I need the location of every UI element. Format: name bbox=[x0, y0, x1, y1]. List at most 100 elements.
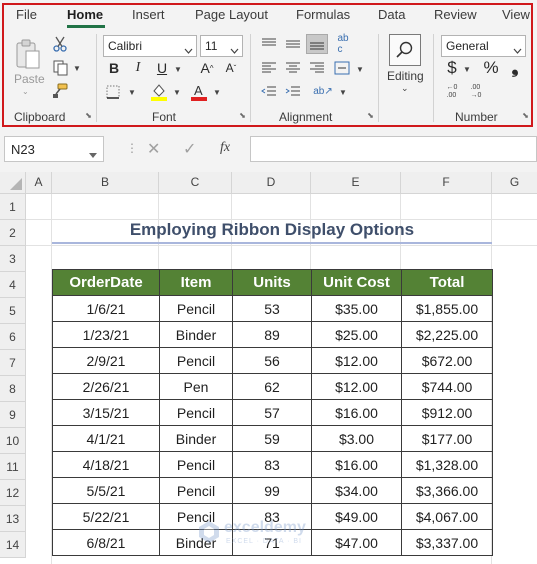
cell-total[interactable]: $912.00 bbox=[401, 399, 493, 426]
italic-icon[interactable]: I bbox=[130, 60, 146, 76]
paste-icon[interactable] bbox=[12, 38, 44, 72]
cell-orderdate[interactable]: 3/15/21 bbox=[52, 399, 160, 426]
clipboard-launcher-icon[interactable]: ⬊ bbox=[84, 112, 93, 121]
format-painter-icon[interactable] bbox=[52, 83, 68, 99]
row-header-4[interactable]: 4 bbox=[0, 272, 26, 298]
column-header-e[interactable]: E bbox=[311, 172, 401, 194]
align-center-icon[interactable] bbox=[284, 60, 302, 76]
tab-view[interactable]: View bbox=[502, 7, 530, 22]
cell-unit-cost[interactable]: $34.00 bbox=[311, 477, 402, 504]
middle-align-icon[interactable] bbox=[284, 36, 302, 52]
tab-insert[interactable]: Insert bbox=[132, 7, 165, 22]
wrap-text-icon[interactable]: ab c bbox=[334, 33, 352, 55]
cancel-icon[interactable]: ✕ bbox=[147, 139, 160, 159]
cell-orderdate[interactable]: 4/18/21 bbox=[52, 451, 160, 478]
cell-item[interactable]: Pencil bbox=[159, 503, 233, 530]
orientation-dropdown-icon[interactable]: ▼ bbox=[339, 88, 347, 97]
cell-units[interactable]: 59 bbox=[232, 425, 312, 452]
font-color-icon[interactable]: A bbox=[190, 82, 208, 102]
cell-units[interactable]: 56 bbox=[232, 347, 312, 374]
cell-unit-cost[interactable]: $12.00 bbox=[311, 373, 402, 400]
orientation-icon[interactable]: ab↗ bbox=[313, 82, 333, 100]
chevron-down-icon[interactable]: ⌄ bbox=[22, 87, 29, 96]
drag-handle-icon[interactable]: ⋮ bbox=[126, 141, 138, 155]
cell-orderdate[interactable]: 4/1/21 bbox=[52, 425, 160, 452]
cell-unit-cost[interactable]: $16.00 bbox=[311, 451, 402, 478]
top-align-icon[interactable] bbox=[260, 36, 278, 52]
row-header-10[interactable]: 10 bbox=[0, 428, 26, 454]
currency-dropdown-icon[interactable]: ▼ bbox=[463, 65, 471, 74]
number-format-select[interactable]: General bbox=[441, 35, 526, 57]
cell-units[interactable]: 99 bbox=[232, 477, 312, 504]
row-header-9[interactable]: 9 bbox=[0, 402, 26, 428]
copy-icon[interactable] bbox=[52, 60, 68, 76]
cell-units[interactable]: 83 bbox=[232, 451, 312, 478]
borders-icon[interactable] bbox=[104, 84, 122, 100]
borders-dropdown-icon[interactable]: ▼ bbox=[128, 88, 136, 97]
cell-item[interactable]: Pencil bbox=[159, 451, 233, 478]
copy-dropdown-icon[interactable]: ▼ bbox=[73, 64, 81, 73]
underline-icon[interactable]: U bbox=[154, 60, 170, 76]
cell-orderdate[interactable]: 5/5/21 bbox=[52, 477, 160, 504]
cell-unit-cost[interactable]: $47.00 bbox=[311, 529, 402, 556]
header-orderdate[interactable]: OrderDate bbox=[52, 269, 160, 296]
tab-page-layout[interactable]: Page Layout bbox=[195, 7, 268, 22]
cell-orderdate[interactable]: 2/9/21 bbox=[52, 347, 160, 374]
percent-icon[interactable]: % bbox=[481, 58, 501, 78]
row-header-14[interactable]: 14 bbox=[0, 532, 26, 558]
tab-file[interactable]: File bbox=[16, 7, 37, 22]
cell-orderdate[interactable]: 6/8/21 bbox=[52, 529, 160, 556]
cell-item[interactable]: Pen bbox=[159, 373, 233, 400]
font-family-select[interactable]: Calibri bbox=[103, 35, 197, 57]
tab-review[interactable]: Review bbox=[434, 7, 477, 22]
row-header-1[interactable]: 1 bbox=[0, 194, 26, 220]
cell-orderdate[interactable]: 2/26/21 bbox=[52, 373, 160, 400]
chevron-down-icon[interactable]: ⌄ bbox=[401, 83, 409, 94]
underline-dropdown-icon[interactable]: ▼ bbox=[174, 65, 182, 74]
font-size-select[interactable]: 11 bbox=[200, 35, 243, 57]
row-header-6[interactable]: 6 bbox=[0, 324, 26, 350]
fill-color-icon[interactable] bbox=[150, 82, 168, 102]
formula-input[interactable] bbox=[250, 136, 537, 162]
header-unit-cost[interactable]: Unit Cost bbox=[311, 269, 402, 296]
cell-total[interactable]: $4,067.00 bbox=[401, 503, 493, 530]
tab-data[interactable]: Data bbox=[378, 7, 405, 22]
cell-orderdate[interactable]: 5/22/21 bbox=[52, 503, 160, 530]
font-launcher-icon[interactable]: ⬊ bbox=[238, 112, 247, 121]
column-header-c[interactable]: C bbox=[159, 172, 232, 194]
row-header-8[interactable]: 8 bbox=[0, 376, 26, 402]
cell-units[interactable]: 53 bbox=[232, 295, 312, 322]
bold-icon[interactable]: B bbox=[106, 60, 122, 76]
align-right-icon[interactable] bbox=[308, 60, 326, 76]
bottom-align-icon[interactable] bbox=[306, 34, 328, 54]
row-header-7[interactable]: 7 bbox=[0, 350, 26, 376]
select-all-corner[interactable] bbox=[0, 172, 26, 194]
decrease-font-size-icon[interactable]: Aˇ bbox=[222, 59, 240, 77]
editing-button[interactable]: Editing bbox=[387, 69, 424, 83]
search-icon[interactable] bbox=[389, 34, 421, 66]
tab-formulas[interactable]: Formulas bbox=[296, 7, 350, 22]
column-header-d[interactable]: D bbox=[232, 172, 311, 194]
font-color-dropdown-icon[interactable]: ▼ bbox=[213, 88, 221, 97]
cell-total[interactable]: $3,337.00 bbox=[401, 529, 493, 556]
cell-item[interactable]: Binder bbox=[159, 529, 233, 556]
cell-unit-cost[interactable]: $25.00 bbox=[311, 321, 402, 348]
column-header-a[interactable]: A bbox=[26, 172, 52, 194]
cell-total[interactable]: $2,225.00 bbox=[401, 321, 493, 348]
merge-dropdown-icon[interactable]: ▼ bbox=[356, 65, 364, 74]
cell-units[interactable]: 62 bbox=[232, 373, 312, 400]
row-header-13[interactable]: 13 bbox=[0, 506, 26, 532]
increase-decimal-icon[interactable]: ←0.00 bbox=[442, 83, 462, 101]
tab-home[interactable]: Home bbox=[67, 7, 103, 22]
currency-icon[interactable]: $ bbox=[444, 58, 460, 78]
cell-item[interactable]: Pencil bbox=[159, 399, 233, 426]
enter-check-icon[interactable]: ✓ bbox=[183, 139, 196, 159]
row-header-5[interactable]: 5 bbox=[0, 298, 26, 324]
align-left-icon[interactable] bbox=[260, 60, 278, 76]
column-header-g[interactable]: G bbox=[492, 172, 537, 194]
header-units[interactable]: Units bbox=[232, 269, 312, 296]
cell-item[interactable]: Binder bbox=[159, 425, 233, 452]
decrease-decimal-icon[interactable]: .00 →0 bbox=[466, 83, 486, 101]
cell-total[interactable]: $3,366.00 bbox=[401, 477, 493, 504]
cell-item[interactable]: Pencil bbox=[159, 295, 233, 322]
